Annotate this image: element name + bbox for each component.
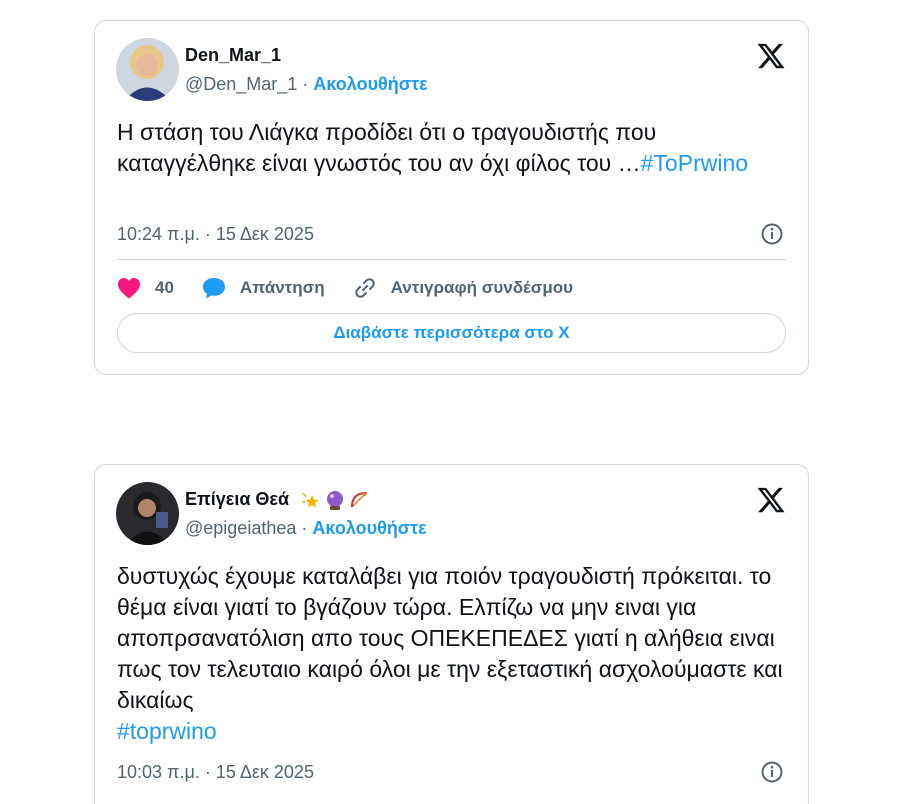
hashtag-link[interactable]: #toprwino [117,718,217,744]
tweet-card: Επίγεια Θεά @epigeiathea · Ακολουθήστε δ… [94,464,809,804]
like-button[interactable]: 40 [117,277,174,299]
author-handle[interactable]: @Den_Mar_1 [185,74,297,94]
heart-icon [118,278,140,299]
avatar[interactable] [116,38,179,101]
separator: · [302,74,309,94]
tweet-body: δυστυχώς έχουμε καταλάβει για ποιόν τραγ… [117,563,783,713]
timestamp[interactable]: 10:03 π.μ. · 15 Δεκ 2025 [117,762,314,783]
name-emojis [300,489,372,511]
author-name-line: Επίγεια Θεά [185,489,372,511]
info-icon[interactable] [760,222,784,246]
info-icon[interactable] [760,760,784,784]
timestamp[interactable]: 10:24 π.μ. · 15 Δεκ 2025 [117,224,314,245]
crystal-ball-icon [324,489,346,511]
copy-link-button[interactable]: Αντιγραφή συνδέσμου [353,276,573,300]
hashtag-link[interactable]: #ToPrwino [641,150,748,176]
separator: · [301,518,308,538]
bow-and-arrow-icon [348,489,370,511]
tweet-body: Η στάση του Λιάγκα προδίδει ότι ο τραγου… [117,119,657,176]
author-name[interactable]: Den_Mar_1 [185,45,281,66]
author-name[interactable]: Επίγεια Θεά [185,489,289,509]
link-icon [354,278,375,298]
tweet-text: δυστυχώς έχουμε καταλάβει για ποιόν τραγ… [117,561,797,747]
tweet-card: Den_Mar_1 @Den_Mar_1 · Ακολουθήστε Η στά… [94,20,809,375]
x-logo-icon[interactable] [756,485,786,515]
avatar[interactable] [116,482,179,545]
reply-label: Απάντηση [239,278,325,297]
handle-line: @Den_Mar_1 · Ακολουθήστε [185,74,428,95]
follow-link[interactable]: Ακολουθήστε [313,74,427,94]
handle-line: @epigeiathea · Ακολουθήστε [185,518,427,539]
reply-button[interactable]: Απάντηση [202,277,325,299]
author-handle[interactable]: @epigeiathea [185,518,296,538]
reply-bubble-icon [202,278,225,299]
x-logo-icon[interactable] [756,41,786,71]
tweet-text: Η στάση του Λιάγκα προδίδει ότι ο τραγου… [117,117,797,179]
sparkles-star-icon [300,489,322,511]
read-more-button[interactable]: Διαβάστε περισσότερα στο X [117,313,786,353]
copy-link-label: Αντιγραφή συνδέσμου [390,278,574,297]
action-bar: 40 Απάντηση Αντιγραφή συνδέσμου [117,273,601,303]
divider [117,259,786,260]
like-count: 40 [155,278,174,297]
follow-link[interactable]: Ακολουθήστε [312,518,426,538]
